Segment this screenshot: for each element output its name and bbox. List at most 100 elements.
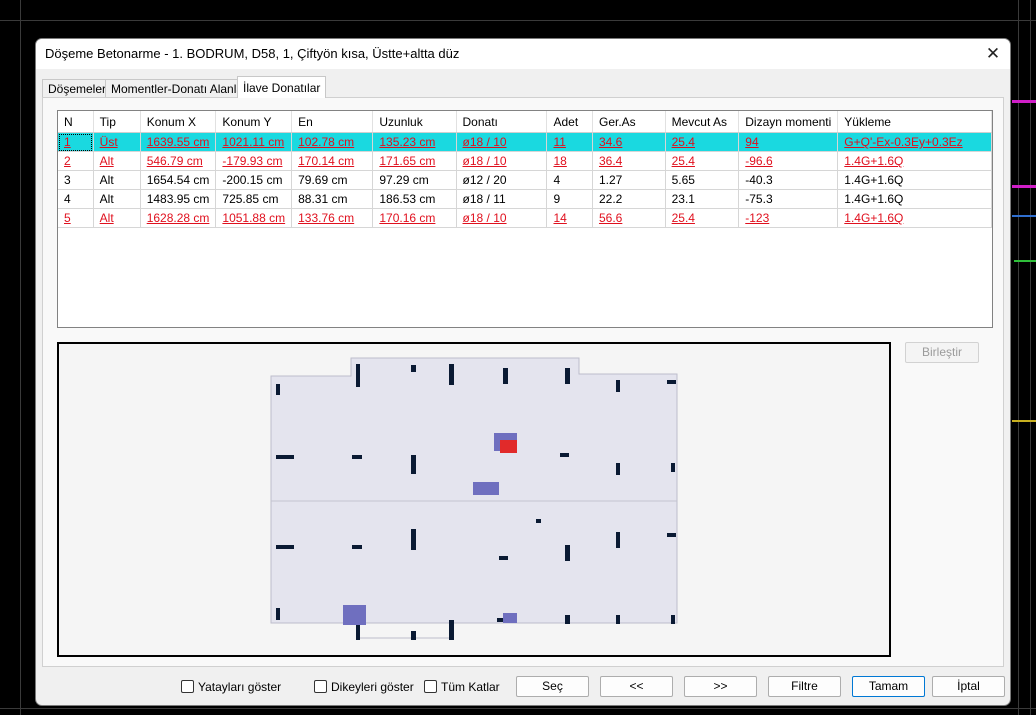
table-cell[interactable]: 5 [58, 208, 94, 228]
column-header[interactable]: Donatı [456, 111, 548, 133]
table-row[interactable]: 3 Alt 1654.54 cm -200.15 cm 79.69 cm 97.29 cm… [58, 170, 992, 190]
table-cell[interactable]: 1628.28 cm [140, 208, 217, 228]
column-header[interactable]: En [291, 111, 374, 133]
table-cell[interactable]: 23.1 [665, 189, 740, 209]
table-cell[interactable]: 1.4G+1.6Q [837, 208, 992, 228]
table-cell[interactable]: Alt [93, 151, 141, 171]
reinforcement-grid[interactable]: N Tip Konum X Konum Y En Uzunluk Donatı … [57, 110, 993, 328]
table-cell[interactable]: 79.69 cm [291, 170, 374, 190]
checkbox-box[interactable] [424, 680, 437, 693]
next-button[interactable]: >> [684, 676, 757, 697]
table-cell[interactable]: 36.4 [592, 151, 666, 171]
table-cell[interactable]: 18 [546, 151, 593, 171]
previous-button[interactable]: << [600, 676, 673, 697]
table-cell[interactable]: 94 [738, 132, 839, 152]
table-cell[interactable]: 1 [58, 132, 94, 152]
table-cell[interactable]: 2 [58, 151, 94, 171]
column-header[interactable]: Konum X [140, 111, 217, 133]
table-cell[interactable]: 97.29 cm [372, 170, 457, 190]
table-cell[interactable]: 186.53 cm [372, 189, 457, 209]
table-cell[interactable]: 1051.88 cm [215, 208, 293, 228]
yataylari-goster-checkbox[interactable]: Yatayları göster [181, 680, 281, 696]
table-cell[interactable]: 25.4 [665, 132, 740, 152]
table-cell[interactable]: ø12 / 20 [456, 170, 548, 190]
tamam-button[interactable]: Tamam [852, 676, 925, 697]
rebar-zone-2[interactable] [343, 605, 366, 625]
table-cell[interactable]: 1.4G+1.6Q [837, 151, 992, 171]
table-cell[interactable]: 102.78 cm [291, 132, 374, 152]
table-cell[interactable]: 170.16 cm [372, 208, 457, 228]
table-cell[interactable]: 5.65 [665, 170, 740, 190]
table-cell[interactable]: 1639.55 cm [140, 132, 217, 152]
table-cell[interactable]: 25.4 [665, 151, 740, 171]
table-cell[interactable]: 25.4 [665, 208, 740, 228]
sec-button[interactable]: Seç [516, 676, 589, 697]
table-cell[interactable]: 135.23 cm [372, 132, 457, 152]
table-cell[interactable]: 1654.54 cm [140, 170, 217, 190]
table-cell[interactable]: Alt [93, 208, 141, 228]
dikeyleri-goster-checkbox[interactable]: Dikeyleri göster [314, 680, 414, 696]
table-cell[interactable]: 14 [546, 208, 593, 228]
table-cell[interactable]: 171.65 cm [372, 151, 457, 171]
tab-ilave-donatilar[interactable]: İlave Donatılar [237, 76, 327, 98]
table-cell[interactable]: 22.2 [592, 189, 666, 209]
rebar-zone-4[interactable] [473, 482, 499, 495]
column-header[interactable]: Tip [93, 111, 141, 133]
table-row[interactable]: 5 Alt 1628.28 cm 1051.88 cm 133.76 cm 170.16 … [58, 208, 992, 228]
table-cell[interactable]: ø18 / 10 [456, 132, 548, 152]
table-cell[interactable]: G+Q'-Ex-0.3Ey+0.3Ez [837, 132, 992, 152]
table-cell[interactable]: 546.79 cm [140, 151, 217, 171]
column-header[interactable]: Dizayn momenti [738, 111, 839, 133]
tab-dosemeler[interactable]: Döşemeler [42, 79, 113, 97]
slab-plan-drawing[interactable] [57, 342, 891, 657]
table-cell[interactable]: ø18 / 10 [456, 208, 548, 228]
table-cell[interactable]: Üst [93, 132, 141, 152]
table-cell[interactable]: 3 [58, 170, 94, 190]
table-cell[interactable]: 88.31 cm [291, 189, 374, 209]
table-cell[interactable]: Alt [93, 170, 141, 190]
table-cell[interactable]: 133.76 cm [291, 208, 374, 228]
table-cell[interactable]: 56.6 [592, 208, 666, 228]
table-cell[interactable]: 34.6 [592, 132, 666, 152]
table-cell[interactable]: 1.4G+1.6Q [837, 170, 992, 190]
column-header[interactable]: Adet [546, 111, 593, 133]
table-cell[interactable]: -40.3 [738, 170, 839, 190]
tum-katlar-checkbox[interactable]: Tüm Katlar [424, 680, 500, 696]
table-cell[interactable]: 1.4G+1.6Q [837, 189, 992, 209]
column-header[interactable]: Konum Y [215, 111, 293, 133]
column-header[interactable]: Ger.As [592, 111, 666, 133]
table-cell[interactable]: -179.93 cm [215, 151, 293, 171]
column-header[interactable]: Yükleme [837, 111, 992, 133]
iptal-button[interactable]: İptal [932, 676, 1005, 697]
rebar-zone-1-selected[interactable] [500, 440, 517, 453]
close-button[interactable]: ✕ [982, 43, 1004, 65]
table-cell[interactable]: 11 [546, 132, 593, 152]
column-header[interactable]: Mevcut As [665, 111, 740, 133]
table-cell[interactable]: 170.14 cm [291, 151, 374, 171]
table-cell[interactable]: ø18 / 10 [456, 151, 548, 171]
column-header[interactable]: N [58, 111, 94, 133]
table-cell[interactable]: 725.85 cm [215, 189, 293, 209]
column-header[interactable]: Uzunluk [372, 111, 457, 133]
table-row[interactable]: 4 Alt 1483.95 cm 725.85 cm 88.31 cm 186.53 cm… [58, 189, 992, 209]
table-cell[interactable]: -200.15 cm [215, 170, 293, 190]
rebar-zone-5[interactable] [503, 613, 517, 623]
table-cell[interactable]: 1483.95 cm [140, 189, 217, 209]
table-cell[interactable]: -75.3 [738, 189, 839, 209]
table-cell[interactable]: 1021.11 cm [215, 132, 293, 152]
table-cell[interactable]: 4 [546, 170, 593, 190]
table-row[interactable]: 2 Alt 546.79 cm -179.93 cm 170.14 cm 171.65 c… [58, 151, 992, 171]
checkbox-box[interactable] [314, 680, 327, 693]
table-cell[interactable]: 9 [546, 189, 593, 209]
tab-momentler-donati-alanlari[interactable]: Momentler-Donatı Alanları [105, 79, 257, 97]
table-cell[interactable]: 1.27 [592, 170, 666, 190]
checkbox-box[interactable] [181, 680, 194, 693]
table-row[interactable]: 1 Üst 1639.55 cm 1021.11 cm 102.78 cm 135.23 … [58, 132, 992, 152]
table-cell[interactable]: -96.6 [738, 151, 839, 171]
birlestir-button[interactable]: Birleştir [905, 342, 979, 363]
table-cell[interactable]: 4 [58, 189, 94, 209]
table-cell[interactable]: Alt [93, 189, 141, 209]
table-cell[interactable]: ø18 / 11 [456, 189, 548, 209]
filtre-button[interactable]: Filtre [768, 676, 841, 697]
table-cell[interactable]: -123 [738, 208, 839, 228]
